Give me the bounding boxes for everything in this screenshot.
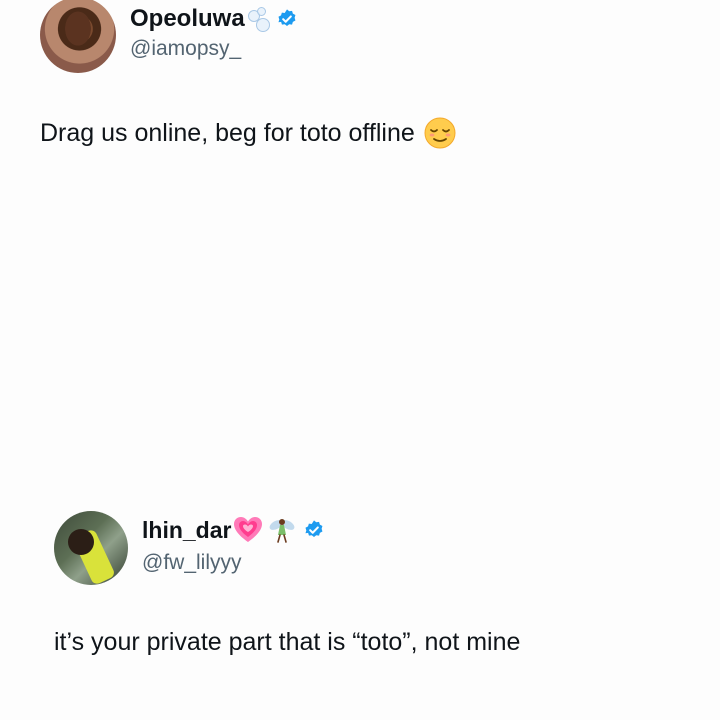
- tweet-text-content: Drag us online, beg for toto offline: [40, 119, 415, 147]
- display-name[interactable]: Opeoluwa: [130, 5, 245, 33]
- fairy-icon: [267, 515, 297, 545]
- avatar[interactable]: [40, 0, 116, 73]
- bubbles-icon: [246, 7, 270, 32]
- tweet-text: it’s your private part that is “toto”, n…: [54, 628, 521, 656]
- verified-badge-icon: [276, 8, 298, 30]
- display-name[interactable]: lhin_dar: [142, 516, 231, 544]
- name-row: lhin_dar: [142, 515, 325, 545]
- verified-badge-icon: [303, 519, 325, 541]
- avatar[interactable]: [54, 511, 128, 585]
- relieved-face-icon: [423, 116, 457, 150]
- screenshot-page: Opeoluwa @iamopsy_ Drag us online, beg f…: [0, 0, 720, 720]
- name-row: Opeoluwa: [130, 5, 298, 33]
- user-handle[interactable]: @fw_lilyyy: [142, 551, 242, 575]
- user-handle[interactable]: @iamopsy_: [130, 37, 241, 61]
- growing-heart-icon: [233, 516, 263, 544]
- tweet-text: Drag us online, beg for toto offline: [40, 116, 457, 150]
